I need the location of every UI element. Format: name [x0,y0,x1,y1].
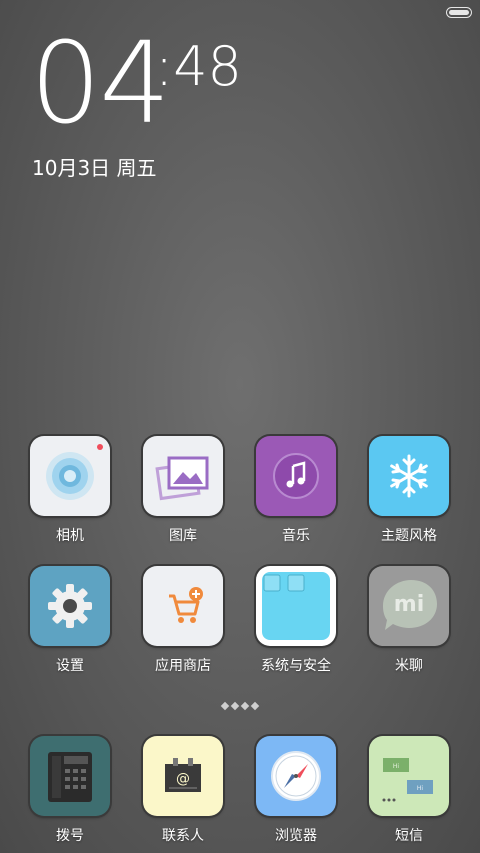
app-label: 设置 [56,658,84,674]
svg-text:@: @ [176,771,190,787]
app-label: 联系人 [162,828,204,844]
camera-icon [30,436,110,516]
app-label: 拨号 [56,828,84,844]
app-label: 应用商店 [155,658,211,674]
app-messages[interactable]: Hi Hi 短信 [361,736,457,845]
mi-chat-icon: mi [369,566,449,646]
app-contacts[interactable]: @ 联系人 [135,736,231,845]
app-store[interactable]: 应用商店 [135,566,231,675]
clock-hours: 04 [30,19,171,149]
folder-icon [256,566,336,646]
app-gallery[interactable]: 图库 [135,436,231,545]
gallery-icon [143,436,223,516]
app-themes[interactable]: 主题风格 [361,436,457,545]
app-label: 主题风格 [381,528,437,544]
page-dot [240,701,250,711]
app-label: 浏览器 [275,828,317,844]
page-indicator[interactable] [220,701,260,711]
page-dot [250,701,260,711]
page-dot [220,701,230,711]
app-label: 系统与安全 [261,658,331,674]
battery-icon [446,7,472,18]
music-icon [256,436,336,516]
clock-date: 10月3日 周五 [32,156,157,180]
phone-icon [30,736,110,816]
app-browser[interactable]: 浏览器 [248,736,344,845]
app-label: 短信 [395,828,423,844]
shopping-cart-icon [143,566,223,646]
app-camera[interactable]: 相机 [22,436,118,545]
gear-icon [30,566,110,646]
app-mi-chat[interactable]: mi 米聊 [361,566,457,675]
app-label: 音乐 [282,528,310,544]
app-settings[interactable]: 设置 [22,566,118,675]
app-label: 图库 [169,528,197,544]
app-label: 米聊 [395,658,423,674]
svg-text:mi: mi [394,592,424,617]
clock-minutes: :48 [155,35,242,98]
svg-text:Hi: Hi [393,763,400,770]
app-label: 相机 [56,528,84,544]
contacts-icon: @ [143,736,223,816]
app-music[interactable]: 音乐 [248,436,344,545]
app-dialer[interactable]: 拨号 [22,736,118,845]
sms-icon: Hi Hi [369,736,449,816]
svg-text:Hi: Hi [417,785,424,792]
page-dot [230,701,240,711]
app-system-security[interactable]: 系统与安全 [248,566,344,675]
compass-icon [256,736,336,816]
snowflake-icon [369,436,449,516]
